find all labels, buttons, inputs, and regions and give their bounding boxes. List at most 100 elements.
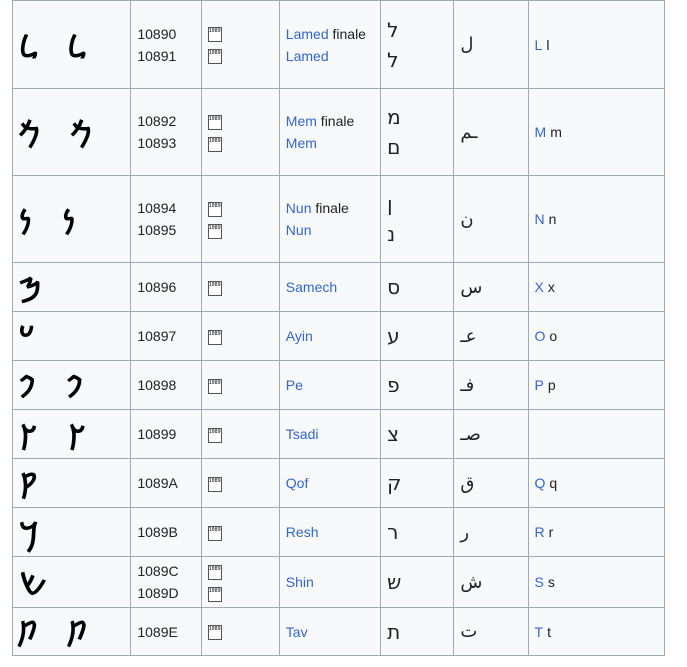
arabic-letter: ن [460,208,474,230]
latin-cell: Nn [527,175,666,263]
latin-lowercase: r [548,524,554,540]
hebrew-cell: ןנ [380,175,455,263]
script-glyph-cell: 𐡕 𐡕 [11,607,132,656]
script-glyph-cell: 𐡔 [11,556,132,608]
codepoint-box-wrap: 1089B [207,521,273,543]
script-glyph-cell: 𐡏 [11,311,132,361]
letter-name-link[interactable]: Resh [286,524,319,540]
codepoint-box-wrap: 10896 [207,276,273,298]
letter-name-link[interactable]: Tsadi [286,426,319,442]
letter-name: Nun [286,219,374,241]
codepoint-value: 1089C [137,563,179,579]
script-glyph-cell: 𐡒 [11,458,132,508]
arabic-letter: س [460,276,483,298]
letter-name-link[interactable]: Ayin [286,328,313,344]
codepoint-cell: 1089B [130,507,202,557]
letter-name-link[interactable]: Mem [286,113,317,129]
unicode-codepoint-box-icon: 1089C [207,564,222,580]
table-row: 𐡌 𐡌10892108931089210893Mem finaleMemמםـم… [11,88,666,176]
letter-name-link[interactable]: Nun [286,200,312,216]
letter-name-link[interactable]: Lamed [286,48,329,64]
letter-name-cell: Resh [278,507,382,557]
letter-name-cell: Lamed finale Lamed [278,0,382,89]
script-glyph: 𐡏 [19,320,45,356]
codepoint-cell: 10892 10893 [130,88,202,176]
latin-uppercase-link[interactable]: O [535,328,546,344]
codepoint-box-wrap: 1089A [207,472,273,494]
latin-lowercase: x [547,279,555,295]
codepoint-image-cell: 1089A [200,458,280,508]
latin-uppercase-link[interactable]: X [535,279,544,295]
latin-cell: Tt [527,607,666,656]
latin-lowercase: l [546,36,550,53]
letter-name-link[interactable]: Qof [286,475,309,491]
letter-name-link[interactable]: Mem [286,135,317,151]
script-glyph: 𐡔 [19,566,57,602]
table-row: 𐡏 10897 10897 Ayin ע عـ Oo [11,311,666,361]
latin-cell: Ss [527,556,666,608]
codepoint-value: 10892 [137,113,177,129]
codepoint-box-wrap: 10897 [207,325,273,347]
latin-lowercase: t [547,623,551,640]
letter-name-cell: Tav [278,607,382,656]
script-glyph: 𐡍 𐡍 [19,203,86,239]
hebrew-letter: נ [387,222,396,246]
letter-name: Mem [286,132,374,154]
letter-name-link[interactable]: Pe [286,377,303,393]
latin-uppercase-link[interactable]: Q [535,475,546,491]
codepoint-image-cell: 1089C 1089D [200,556,280,608]
letter-name-link[interactable]: Nun [286,222,312,238]
latin-uppercase-link[interactable]: P [535,377,544,393]
codepoint-box-wrap: 10899 [207,423,273,445]
script-glyph-cell: 𐡋 𐡋 [11,0,132,89]
latin-uppercase-link[interactable]: M [535,124,547,140]
hebrew-letter: ש [387,570,402,594]
arabic-cell: ل [453,0,529,89]
codepoint-box-wrap: 10891 [207,45,273,67]
codepoint-cell: 10899 [130,409,202,459]
script-glyph-cell: 𐡐 𐡐 [11,360,132,410]
unicode-codepoint-box-icon: 10890 [207,27,222,43]
unicode-codepoint-box-icon: 1089D [207,586,222,602]
hebrew-cell: לל [380,0,455,89]
hebrew-letter: ס [387,275,401,299]
codepoint-cell: 10897 [130,311,202,361]
latin-uppercase-link[interactable]: L [535,37,543,53]
latin-uppercase-link[interactable]: T [535,624,544,640]
letter-name-link[interactable]: Tav [286,624,308,640]
script-glyph: 𐡎 [19,271,52,307]
letter-name: Lamed [286,45,374,67]
codepoint-image-cell: 10898 [200,360,280,410]
arabic-letter: ق [460,472,475,494]
latin-uppercase-link[interactable]: R [535,524,545,540]
script-glyph: 𐡒 [19,467,48,503]
latin-cell: Ll [527,0,666,89]
codepoint-box-wrap: 10895 [207,219,273,241]
latin-cell: Rr [527,507,666,557]
arabic-cell: فـ [453,360,529,410]
arabic-letter: ش [460,571,483,593]
letter-name-link[interactable]: Lamed [286,26,329,42]
codepoint-box-wrap: 10898 [207,374,273,396]
latin-lowercase: m [550,124,562,140]
letter-name-cell: Samech [278,262,382,312]
letters-table: 𐡋 𐡋10890108911089010891Lamed finaleLamed… [11,0,666,656]
codepoint-cell: 10890 10891 [130,0,202,89]
codepoint-value: 1089A [137,475,178,491]
latin-cell: Pp [527,360,666,410]
arabic-letter: ـم [460,121,478,143]
letter-name-link[interactable]: Shin [286,574,314,590]
hebrew-letter: ן [387,192,393,216]
letter-name-cell: Tsadi [278,409,382,459]
codepoint-value: 10890 [137,25,177,42]
codepoint-cell: 1089C 1089D [130,556,202,608]
script-glyph: 𐡌 𐡌 [19,116,103,152]
letter-name-link[interactable]: Samech [286,279,337,295]
arabic-letter: عـ [460,325,477,347]
letter-name: Qof [286,472,374,494]
latin-uppercase-link[interactable]: S [535,574,544,590]
latin-uppercase-link[interactable]: N [535,211,545,227]
hebrew-cell: פ [380,360,455,410]
table-row: 𐡒 1089A 1089A Qof ק ق Qq [11,458,666,508]
letter-name: Tav [286,621,374,643]
